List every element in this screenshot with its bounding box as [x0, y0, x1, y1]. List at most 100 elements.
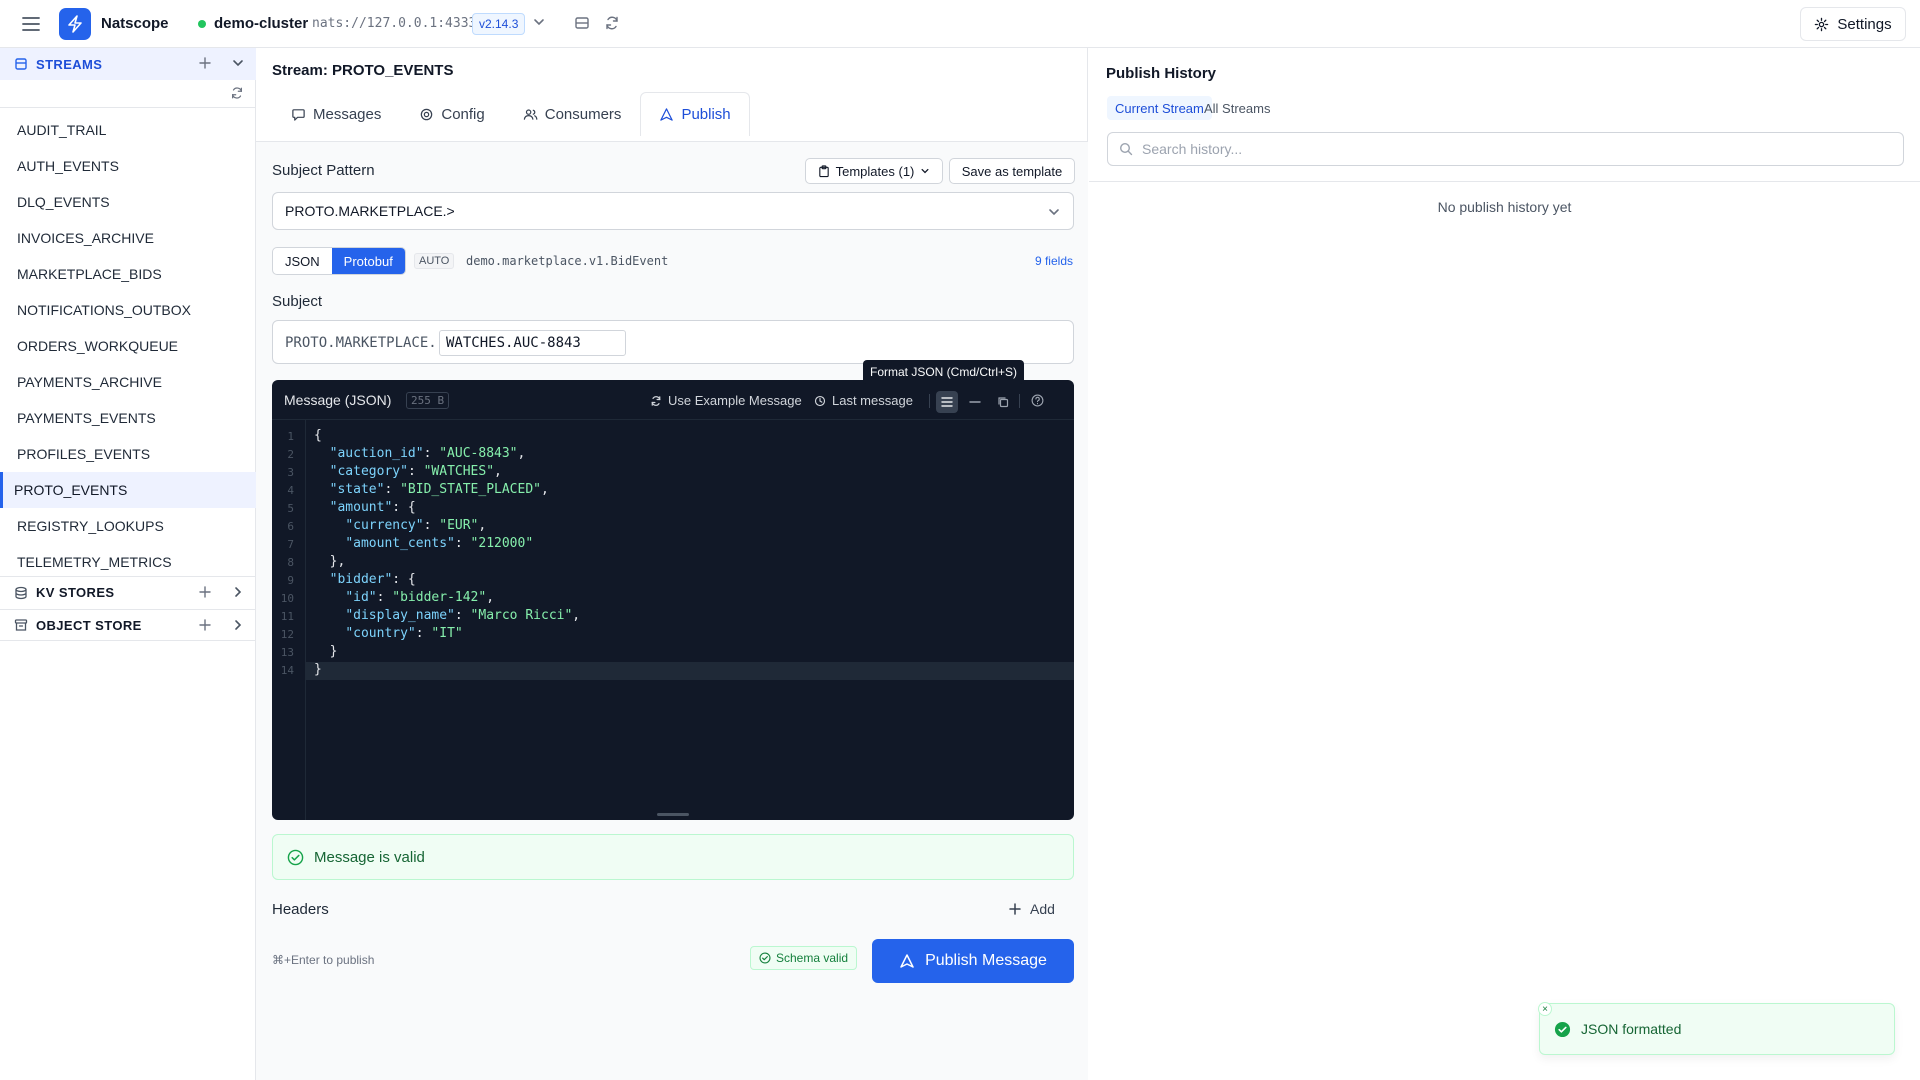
sidebar-item-stream[interactable]: REGISTRY_LOOKUPS — [0, 508, 256, 544]
headers-label: Headers — [272, 901, 329, 918]
sidebar-item-stream[interactable]: INVOICES_ARCHIVE — [0, 220, 256, 256]
sidebar-item-stream[interactable]: TELEMETRY_METRICS — [0, 544, 256, 580]
line-number: 6 — [287, 520, 294, 533]
tab-config[interactable]: Config — [400, 92, 503, 136]
tab-messages[interactable]: Messages — [272, 92, 400, 136]
chevron-down-icon — [1047, 205, 1061, 219]
subject-prefix: PROTO.MARKETPLACE. — [285, 335, 437, 351]
editor-resize-handle[interactable] — [657, 813, 689, 816]
code-line[interactable]: "amount_cents": "212000" — [314, 536, 533, 551]
tab-all-streams[interactable]: All Streams — [1196, 96, 1278, 120]
tab-consumers[interactable]: Consumers — [504, 92, 641, 136]
code-line[interactable]: { — [314, 428, 322, 443]
code-line[interactable]: "state": "BID_STATE_PLACED", — [314, 482, 549, 497]
code-line[interactable]: "category": "WATCHES", — [314, 464, 502, 479]
object-store-section-header[interactable]: OBJECT STORE — [0, 609, 256, 641]
format-protobuf-option[interactable]: Protobuf — [331, 248, 405, 274]
tab-config-label: Config — [441, 106, 485, 123]
sidebar-item-stream[interactable]: MARKETPLACE_BIDS — [0, 256, 256, 292]
code-line[interactable]: "country": "IT" — [314, 626, 462, 641]
database-icon — [14, 586, 28, 600]
add-stream-icon[interactable] — [198, 56, 212, 70]
sidebar-item-stream[interactable]: PROFILES_EVENTS — [0, 436, 256, 472]
empty-history-text: No publish history yet — [1437, 199, 1572, 215]
subject-field: PROTO.MARKETPLACE. WATCHES.AUC-8843 — [272, 320, 1074, 364]
kv-stores-label: KV STORES — [36, 585, 115, 600]
close-icon[interactable]: × — [1538, 1002, 1552, 1016]
line-number: 14 — [280, 664, 294, 677]
sidebar-item-stream[interactable]: NOTIFICATIONS_OUTBOX — [0, 292, 256, 328]
toast-notification: × JSON formatted — [1538, 1002, 1895, 1055]
help-icon[interactable] — [1026, 389, 1048, 411]
code-line[interactable]: "amount": { — [314, 500, 416, 515]
tab-publish[interactable]: Publish — [640, 92, 750, 136]
chevron-down-icon[interactable] — [231, 56, 245, 70]
sidebar-item-stream[interactable]: PAYMENTS_ARCHIVE — [0, 364, 256, 400]
menu-icon[interactable] — [20, 13, 42, 35]
sidebar-item-stream[interactable]: ORDERS_WORKQUEUE — [0, 328, 256, 364]
subject-suffix-input[interactable]: WATCHES.AUC-8843 — [439, 330, 626, 356]
code-line[interactable]: "bidder": { — [314, 572, 416, 587]
line-number-gutter: 1 2 3 4 5 6 7 8 9 10 11 12 13 14 — [272, 420, 306, 820]
cluster-name[interactable]: demo-cluster — [214, 15, 308, 32]
chevron-right-icon[interactable] — [231, 618, 245, 632]
sidebar-item-stream-active[interactable]: PROTO_EVENTS — [0, 472, 256, 508]
clipboard-icon — [818, 164, 830, 178]
line-number: 2 — [287, 448, 294, 461]
search-icon — [1119, 142, 1133, 156]
code-line[interactable]: "currency": "EUR", — [314, 518, 486, 533]
check-circle-icon — [1554, 1021, 1571, 1038]
code-line[interactable]: "auction_id": "AUC-8843", — [314, 446, 526, 461]
sidebar-item-stream[interactable]: PAYMENTS_EVENTS — [0, 400, 256, 436]
subject-pattern-select[interactable]: PROTO.MARKETPLACE.> — [272, 192, 1074, 230]
refresh-streams-icon[interactable] — [230, 86, 244, 100]
line-number: 13 — [280, 646, 294, 659]
version-badge: v2.14.3 — [472, 13, 526, 35]
use-example-label: Use Example Message — [668, 393, 802, 408]
code-line[interactable]: "id": "bidder-142", — [314, 590, 494, 605]
cluster-dropdown-chevron-icon[interactable] — [532, 15, 546, 29]
settings-button[interactable]: Settings — [1800, 7, 1906, 41]
add-kv-icon[interactable] — [198, 585, 212, 599]
code-line[interactable]: } — [314, 662, 322, 677]
sidebar-item-stream[interactable]: AUDIT_TRAIL — [0, 112, 256, 148]
last-message-button[interactable]: Last message — [814, 393, 913, 408]
send-icon — [899, 953, 915, 969]
refresh-icon[interactable] — [604, 15, 620, 31]
top-bar: Natscope demo-cluster nats://127.0.0.1:4… — [0, 0, 1920, 48]
publish-message-label: Publish Message — [925, 952, 1047, 969]
sidebar-item-stream[interactable]: AUTH_EVENTS — [0, 148, 256, 184]
save-as-template-button[interactable]: Save as template — [949, 158, 1075, 184]
line-number: 12 — [280, 628, 294, 641]
sidebar-item-stream[interactable]: DLQ_EVENTS — [0, 184, 256, 220]
schema-valid-label: Schema valid — [776, 951, 849, 965]
line-number: 4 — [287, 484, 294, 497]
plus-icon — [1008, 902, 1022, 916]
code-line[interactable]: } — [314, 644, 338, 659]
history-search-input[interactable]: Search history... — [1107, 132, 1904, 166]
chevron-right-icon[interactable] — [231, 585, 245, 599]
streams-toolbar — [0, 80, 256, 108]
streams-section-header[interactable]: STREAMS — [0, 48, 256, 80]
templates-button[interactable]: Templates (1) — [805, 158, 943, 184]
minify-icon[interactable] — [964, 391, 986, 413]
format-json-option[interactable]: JSON — [273, 248, 332, 274]
fields-link[interactable]: 9 fields — [1035, 254, 1073, 268]
templates-label: Templates (1) — [835, 163, 915, 179]
main-panel: Stream: PROTO_EVENTS Messages Config Con… — [256, 48, 1088, 1080]
use-example-button[interactable]: Use Example Message — [650, 393, 802, 408]
kv-stores-section-header[interactable]: KV STORES — [0, 576, 256, 608]
last-message-label: Last message — [832, 393, 913, 408]
layout-icon[interactable] — [574, 15, 590, 31]
publish-message-button[interactable]: Publish Message — [872, 939, 1074, 983]
format-json-icon[interactable] — [936, 391, 958, 413]
copy-icon[interactable] — [992, 391, 1014, 413]
add-object-store-icon[interactable] — [198, 618, 212, 632]
code-line[interactable]: }, — [314, 554, 346, 569]
add-header-button[interactable]: Add — [1008, 901, 1055, 917]
users-icon — [523, 107, 538, 122]
code-line[interactable]: "display_name": "Marco Ricci", — [314, 608, 580, 623]
stream-list: AUDIT_TRAIL AUTH_EVENTS DLQ_EVENTS INVOI… — [0, 112, 256, 580]
line-number: 10 — [280, 592, 294, 605]
line-number: 3 — [287, 466, 294, 479]
